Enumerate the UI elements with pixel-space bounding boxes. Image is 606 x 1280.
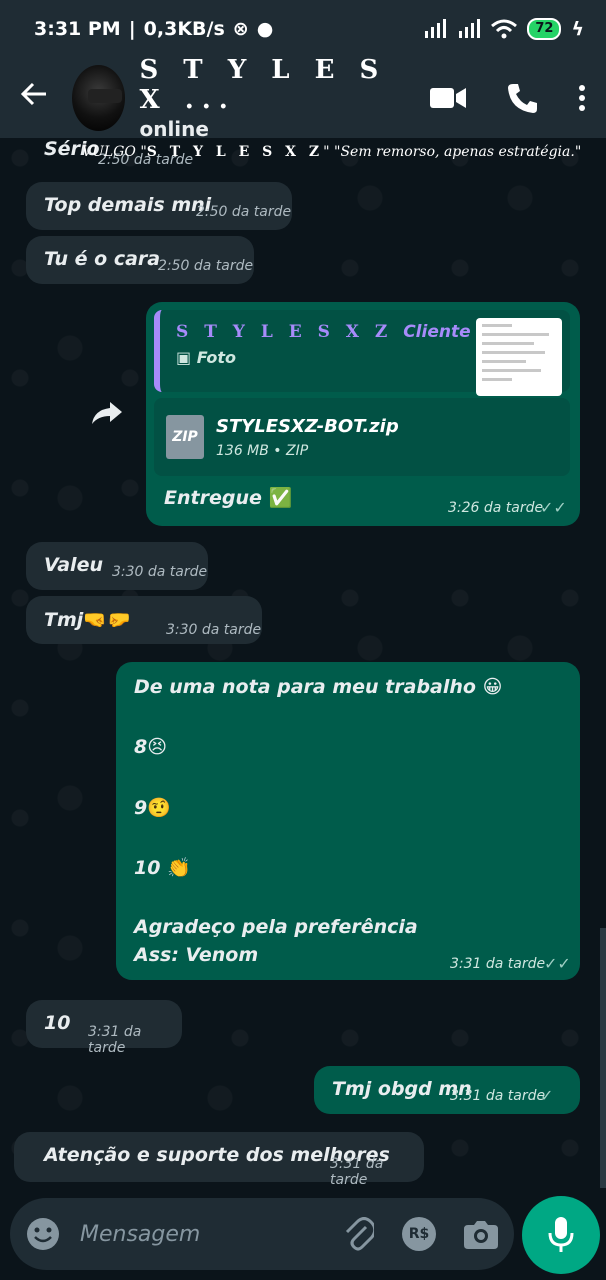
message-text: 10 [44,1012,71,1034]
message-incoming[interactable]: Valeu 3:30 da tarde [26,542,208,590]
message-line-6: Ass: Venom [134,944,259,966]
status-speed: 0,3KB/s [143,18,225,40]
signal-icon [425,19,447,38]
message-outgoing[interactable]: Tmj obgd mn 3:31 da tarde ✓ [314,1066,580,1114]
contact-name: S T Y L E S X ... [139,55,387,115]
quoted-type-label: Foto [196,348,237,367]
message-line-5: Agradeço pela preferência [134,916,418,938]
line-4-text: 10 [134,857,161,879]
message-time: 3:26 da tarde [448,500,544,516]
notification-icon: ● [256,18,274,40]
read-ticks-icon: ✓✓ [540,498,567,517]
camera-icon[interactable] [464,1219,498,1249]
vulgo-banner: VULGO "S T Y L E S X Z" "Sem remorso, ap… [82,144,581,160]
chat-header: S T Y L E S X ... online [0,55,606,141]
file-meta: 136 MB • ZIP [216,442,309,459]
read-ticks-icon: ✓✓ [544,954,571,973]
wifi-icon [491,19,518,39]
message-incoming[interactable]: Tmj🤜🤛 3:30 da tarde [26,596,262,644]
sent-tick-icon: ✓ [540,1086,554,1105]
message-time: 2:50 da tarde [158,258,254,274]
message-input[interactable]: Mensagem [80,1222,200,1247]
file-name: STYLESXZ-BOT.zip [216,415,399,437]
message-text-body: Tmj [44,609,84,631]
message-time: 3:30 da tarde [112,564,208,580]
vulgo-prefix: VULGO " [82,144,147,160]
attachment-icon[interactable] [344,1217,374,1251]
message-incoming[interactable]: Tu é o cara 2:50 da tarde [26,236,254,284]
zip-file-icon: ZIP [166,415,204,459]
raised-eyebrow-face-icon: 🤨 [147,797,171,819]
forward-icon[interactable] [92,402,122,430]
payment-icon[interactable]: R$ [402,1217,436,1251]
message-input-box[interactable]: Mensagem R$ [10,1198,514,1270]
message-line-2: 8😣 [134,736,167,758]
avatar[interactable] [72,65,126,131]
message-line-3: 9🤨 [134,796,171,819]
message-incoming[interactable]: Top demais mni 2:50 da tarde [26,182,292,230]
chat-area[interactable]: Sério 2:50 da tarde VULGO "S T Y L E S X… [0,138,606,1200]
message-outgoing-file[interactable]: S T Y L E S X Z Cliente ▣ Foto ZIP STYLE… [146,302,580,526]
emoji-icon[interactable] [26,1217,60,1251]
message-text: Tmj🤜🤛 [44,608,131,631]
vulgo-name: S T Y L E S X Z [146,144,324,160]
pinned-overlay: Sério 2:50 da tarde VULGO "S T Y L E S X… [0,138,606,168]
quoted-sender-role: Cliente [403,322,471,342]
persevering-face-icon: 😣 [147,736,168,758]
message-time: 3:31 da tarde [88,1024,142,1056]
line-3-text: 9 [134,797,148,819]
hotspot-icon: ⊗ [232,18,249,40]
more-options-icon[interactable] [578,84,586,112]
line-2-text: 8 [134,736,148,758]
file-attachment[interactable]: ZIP STYLESXZ-BOT.zip 136 MB • ZIP [154,398,570,476]
grinning-face-icon: 😀 [482,676,503,698]
video-call-icon[interactable] [430,86,466,110]
signal-icon-2 [459,19,481,38]
photo-icon: ▣ [176,348,192,367]
fist-bump-icon: 🤜🤛 [83,609,131,631]
back-arrow-icon[interactable] [20,80,52,116]
status-time: 3:31 PM [34,18,121,40]
message-outgoing[interactable]: De uma nota para meu trabalho 😀 8😣 9🤨 10… [116,662,580,980]
clapping-hands-icon: 👏 [167,857,191,879]
quoted-message[interactable]: S T Y L E S X Z Cliente ▣ Foto [154,310,570,396]
battery-indicator: 72 [527,18,562,40]
charging-icon: ϟ [571,18,584,40]
message-time: 3:31 da tarde [330,1156,384,1188]
scrollbar[interactable] [600,928,606,1188]
contact-info[interactable]: S T Y L E S X ... online [139,55,430,141]
vulgo-suffix: " "Sem remorso, apenas estratégia." [323,144,582,160]
quoted-thumbnail [476,318,562,396]
phone-icon[interactable] [506,82,538,114]
message-line-1: De uma nota para meu trabalho 😀 [134,676,502,698]
message-caption: Entregue ✅ [164,486,292,509]
microphone-button[interactable] [522,1196,600,1274]
line-1-text: De uma nota para meu trabalho [134,676,476,698]
message-text: Tu é o cara [44,248,161,270]
status-divider: | [128,18,136,40]
caption-text: Entregue [164,487,262,509]
composer: Mensagem R$ [0,1192,606,1280]
status-bar: 3:31 PM | 0,3KB/s ⊗ ● 72 ϟ [0,0,606,58]
message-time: 3:31 da tarde [450,956,546,972]
message-time: 2:50 da tarde [196,204,292,220]
message-incoming[interactable]: 10 3:31 da tarde [26,1000,182,1056]
message-time: 3:31 da tarde [450,1088,546,1104]
message-text: Valeu [44,554,103,576]
message-line-4: 10 👏 [134,856,191,879]
message-time: 3:30 da tarde [166,622,262,638]
microphone-icon [548,1217,574,1252]
check-mark-icon: ✅ [268,487,293,509]
quoted-sender-name: S T Y L E S X Z [176,322,393,342]
message-text: Top demais mni [44,194,212,216]
message-incoming[interactable]: Atenção e suporte dos melhores 3:31 da t… [14,1132,424,1188]
